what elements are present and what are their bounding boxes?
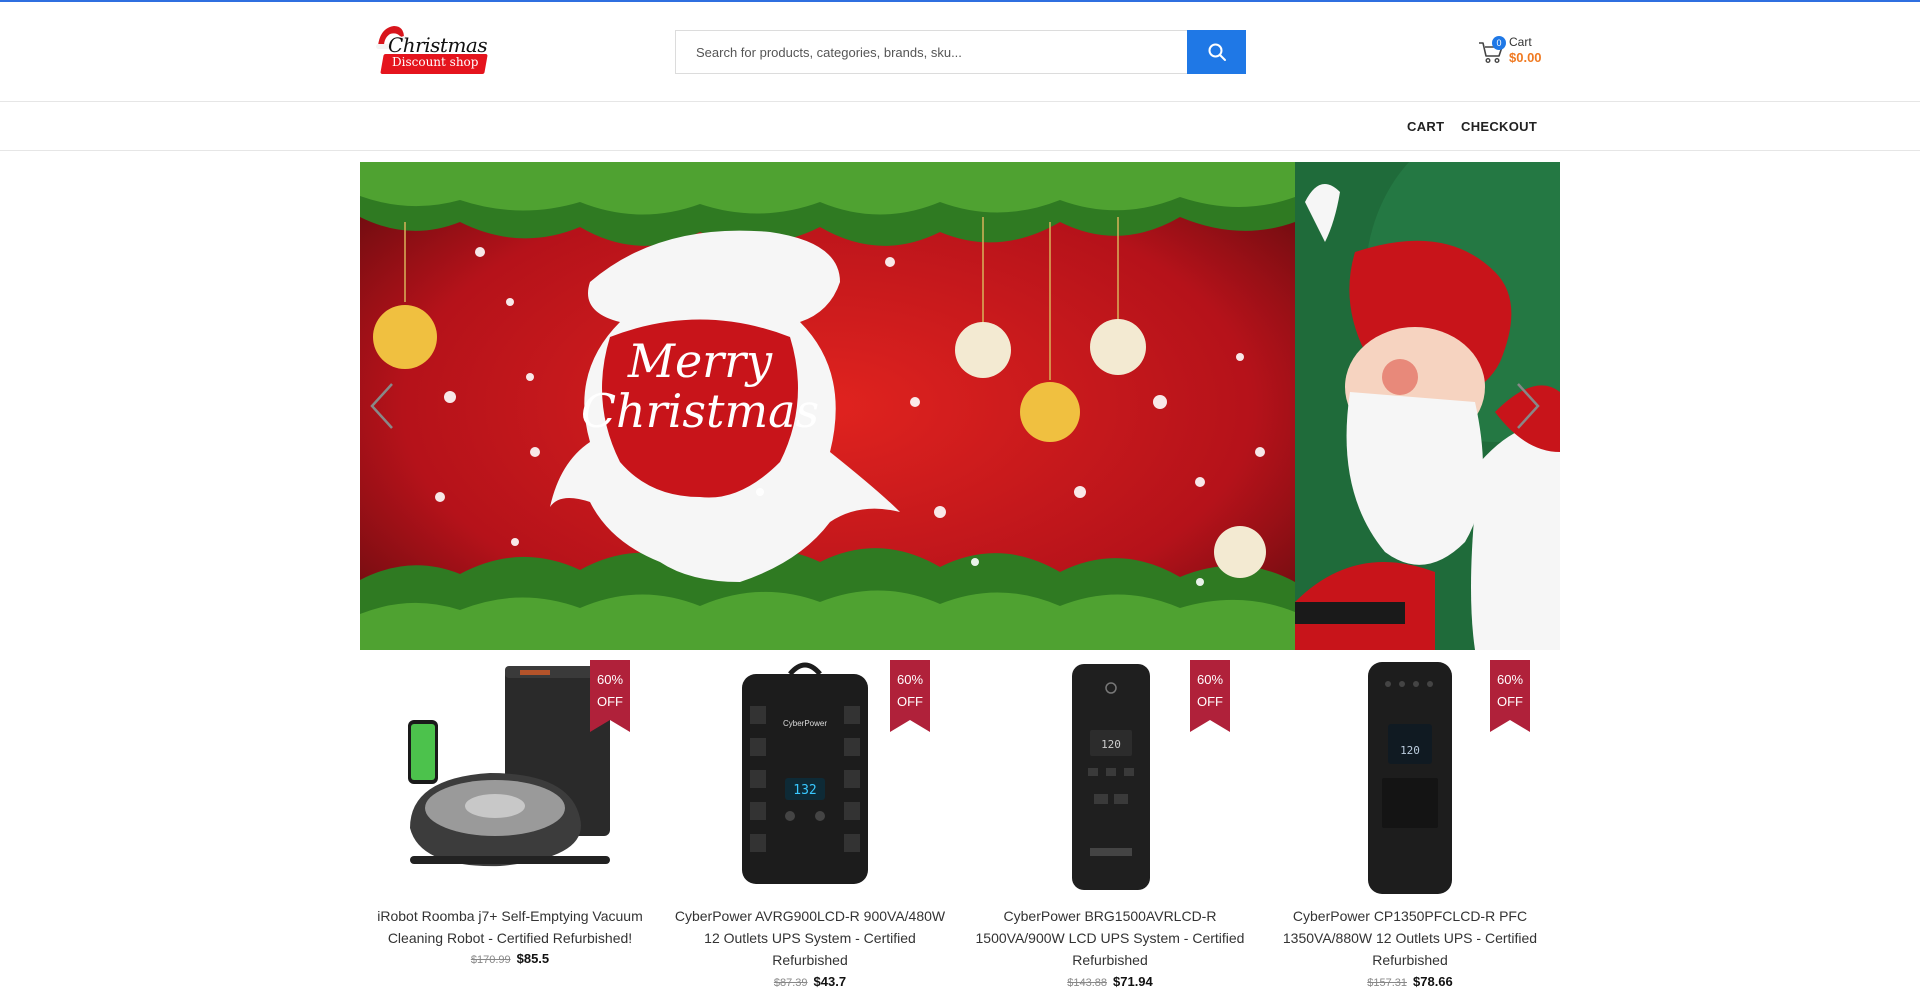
old-price: $170.99: [470, 954, 511, 966]
main-nav: CART CHECKOUT: [0, 103, 1920, 151]
slider-next-button[interactable]: [1510, 378, 1550, 434]
chevron-left-icon: [370, 383, 393, 429]
discount-badge: 60% OFF: [590, 660, 630, 732]
discount-off: OFF: [597, 694, 623, 709]
sale-price: $78.66: [1413, 974, 1453, 989]
nav-checkout-link[interactable]: CHECKOUT: [1461, 119, 1537, 134]
cart-total: $0.00: [1509, 50, 1542, 65]
discount-percent: 60%: [1196, 672, 1224, 687]
product-title[interactable]: CyberPower BRG1500AVRLCD-R 1500VA/900W L…: [970, 905, 1250, 971]
sale-price: $85.5: [516, 951, 550, 966]
svg-text:Merry: Merry: [627, 334, 773, 388]
svg-text:132: 132: [793, 783, 816, 798]
sale-price: $43.7: [813, 974, 847, 989]
search-icon: [1208, 43, 1226, 61]
product-title[interactable]: iRobot Roomba j7+ Self-Emptying Vacuum C…: [370, 905, 650, 949]
site-header: Christmas Discount shop 0 Cart $0.00: [0, 2, 1920, 102]
discount-badge: 60% OFF: [1190, 660, 1230, 732]
product-price: $170.99 $85.5: [370, 951, 650, 966]
logo-subtitle: Discount shop: [392, 55, 479, 69]
product-title[interactable]: CyberPower CP1350PFCLCD-R PFC 1350VA/880…: [1270, 905, 1550, 971]
svg-text:120: 120: [1400, 744, 1420, 757]
search-box: [675, 30, 1246, 74]
svg-text:120: 120: [1101, 738, 1121, 751]
discount-badge: 60% OFF: [1490, 660, 1530, 732]
cart-label: Cart: [1509, 35, 1532, 49]
old-price: $87.39: [773, 977, 808, 989]
old-price: $157.31: [1367, 977, 1407, 989]
product-card[interactable]: 60% OFF iRobot Roomba j7+ Self-Emptying V…: [370, 658, 650, 993]
discount-percent: 60%: [896, 672, 924, 687]
search-button[interactable]: [1187, 30, 1246, 74]
product-price: $157.31 $78.66: [1270, 974, 1550, 989]
slider-prev-button[interactable]: [360, 378, 400, 434]
product-card[interactable]: 120 60% OFF CyberPower BRG1500AVRLCD-R 15…: [970, 658, 1250, 993]
discount-off: OFF: [1197, 694, 1223, 709]
svg-text:Christmas: Christmas: [581, 384, 819, 438]
product-card[interactable]: 120 60% OFF CyberPower CP1350PFCLCD-R PFC…: [1270, 658, 1550, 993]
discount-badge: 60% OFF: [890, 660, 930, 732]
product-price: $143.88 $71.94: [970, 974, 1250, 989]
product-price: $87.39 $43.7: [670, 974, 950, 989]
chevron-right-icon: [1517, 383, 1540, 429]
nav-cart-link[interactable]: CART: [1407, 119, 1444, 134]
product-card[interactable]: 132 CyberPower 60% OFF CyberPower AVRG900…: [670, 658, 950, 993]
discount-percent: 60%: [1496, 672, 1524, 687]
old-price: $143.88: [1067, 977, 1107, 989]
discount-percent: 60%: [596, 672, 624, 687]
christmas-banner-image: Merry Christmas: [360, 162, 1295, 650]
search-input[interactable]: [676, 31, 1246, 73]
hero-slider[interactable]: Merry Christmas: [360, 162, 1560, 650]
header-cart[interactable]: 0 Cart $0.00: [1478, 34, 1558, 74]
product-title[interactable]: CyberPower AVRG900LCD-R 900VA/480W 12 Ou…: [670, 905, 950, 971]
svg-text:CyberPower: CyberPower: [783, 719, 827, 728]
discount-off: OFF: [897, 694, 923, 709]
sale-price: $71.94: [1113, 974, 1153, 989]
discount-off: OFF: [1497, 694, 1523, 709]
cart-count-badge: 0: [1492, 36, 1506, 50]
site-logo[interactable]: Christmas Discount shop: [374, 22, 492, 78]
